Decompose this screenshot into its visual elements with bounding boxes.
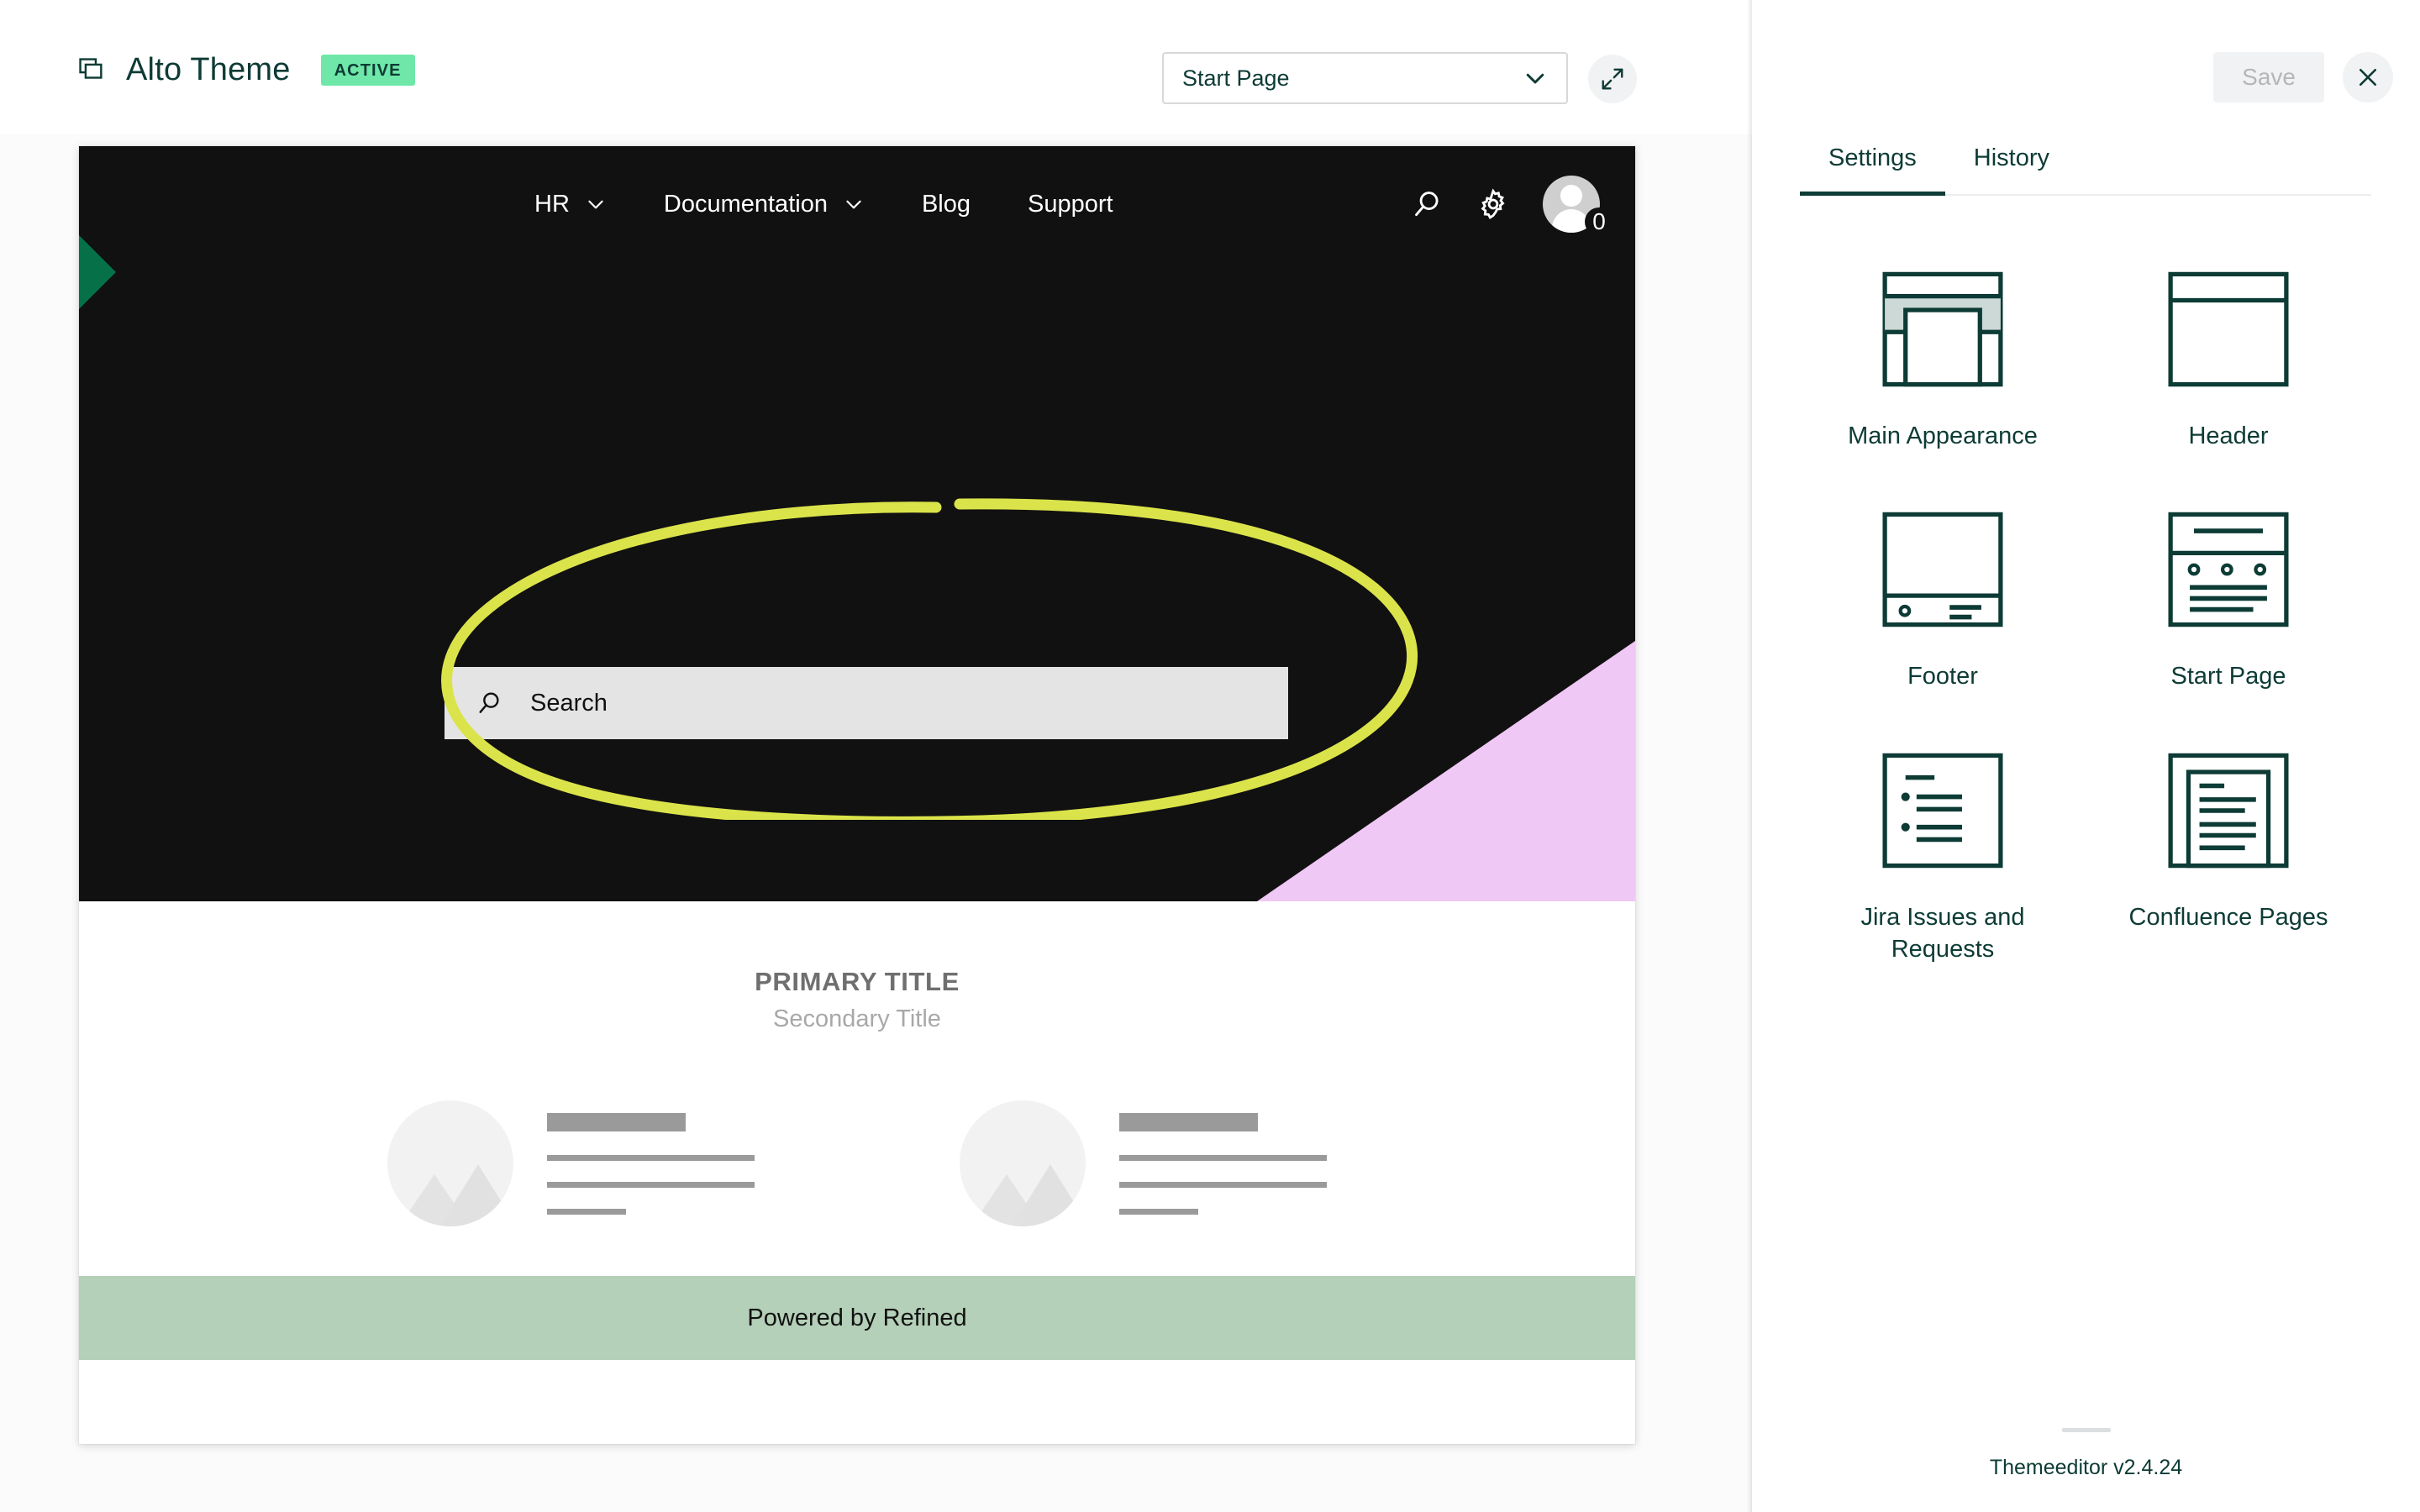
- settings-item-label: Start Page: [2170, 663, 2286, 690]
- search-icon[interactable]: [1412, 188, 1444, 220]
- tab-settings[interactable]: Settings: [1800, 144, 1945, 196]
- jira-issues-icon: [1882, 753, 2003, 868]
- save-button[interactable]: Save: [2213, 52, 2324, 102]
- close-icon: [2359, 68, 2377, 87]
- list-item: [387, 1100, 755, 1226]
- panel-tabs: Settings History: [1800, 144, 2371, 196]
- settings-item-header[interactable]: Header: [2086, 260, 2371, 452]
- settings-item-label: Footer: [1907, 663, 1978, 690]
- search-placeholder: Search: [530, 689, 608, 717]
- nav-item-blog[interactable]: Blog: [893, 191, 999, 218]
- page-title: Alto Theme: [126, 52, 291, 87]
- avatar-count-badge: 0: [1585, 207, 1613, 236]
- preview-nav-links: HR Documentation Blog Support: [506, 191, 1142, 218]
- preview-hero: HR Documentation Blog Support 0 Search: [79, 146, 1635, 901]
- confluence-pages-icon: [2168, 753, 2289, 868]
- editor-toolbar: Alto Theme ACTIVE Start Page: [0, 0, 1752, 134]
- settings-item-label: Main Appearance: [1848, 423, 2038, 449]
- nav-item-label: Support: [1028, 190, 1113, 218]
- chevron-down-icon: [1526, 73, 1544, 84]
- start-page-icon: [2168, 512, 2289, 627]
- main-appearance-icon: [1882, 271, 2003, 387]
- nav-item-support[interactable]: Support: [999, 191, 1142, 218]
- page-selector-dropdown[interactable]: Start Page: [1162, 52, 1568, 104]
- nav-item-documentation[interactable]: Documentation: [635, 191, 893, 218]
- header-icon: [2168, 271, 2289, 387]
- chevron-down-icon: [588, 200, 603, 209]
- settings-item-label: Confluence Pages: [2128, 903, 2328, 931]
- expand-preview-button[interactable]: [1588, 55, 1637, 103]
- placeholder-text-lines: [1119, 1112, 1327, 1215]
- preview-pane: Alto Theme ACTIVE Start Page HR Document…: [0, 0, 1752, 1512]
- settings-item-start-page[interactable]: Start Page: [2086, 501, 2371, 692]
- list-item: [960, 1100, 1327, 1226]
- secondary-title: Secondary Title: [773, 1005, 941, 1032]
- primary-title: PRIMARY TITLE: [755, 967, 960, 996]
- preview-navbar: HR Documentation Blog Support 0: [79, 146, 1635, 262]
- nav-item-hr[interactable]: HR: [506, 191, 635, 218]
- avatar[interactable]: 0: [1543, 176, 1613, 236]
- search-icon: [479, 692, 499, 713]
- settings-item-main-appearance[interactable]: Main Appearance: [1800, 260, 2086, 452]
- settings-item-jira-issues[interactable]: Jira Issues and Requests: [1800, 742, 2086, 966]
- settings-item-label: Jira Issues and Requests: [1860, 903, 2025, 963]
- avatar-head: [1560, 185, 1582, 207]
- settings-item-label: Header: [2188, 423, 2269, 449]
- theme-identity: Alto Theme ACTIVE: [77, 52, 415, 88]
- footer-icon: [1882, 512, 2003, 627]
- preview-content: PRIMARY TITLE Secondary Title Powered by…: [79, 901, 1635, 1360]
- panel-footer: Themeeditor v2.4.24: [1752, 1428, 2420, 1512]
- status-badge: ACTIVE: [320, 55, 415, 86]
- version-label: Themeeditor v2.4.24: [1989, 1456, 2183, 1479]
- gear-icon[interactable]: [1477, 188, 1509, 220]
- expand-arrows-icon: [1602, 68, 1623, 90]
- settings-panel: Save Settings History Main Appearance He…: [1752, 0, 2420, 1512]
- image-placeholder-icon: [960, 1100, 1086, 1226]
- tab-history[interactable]: History: [1945, 144, 2078, 194]
- page-selector-value: Start Page: [1182, 65, 1290, 91]
- decorative-pink-triangle: [1257, 641, 1635, 901]
- divider: [2061, 1428, 2111, 1432]
- theme-preview-card: HR Documentation Blog Support 0 Search P…: [79, 146, 1635, 1444]
- preview-search-input[interactable]: Search: [445, 667, 1288, 739]
- settings-grid: Main Appearance Header Footer Start Page…: [1800, 260, 2371, 965]
- nav-item-label: Documentation: [663, 190, 828, 218]
- copy-icon: [79, 57, 103, 79]
- nav-item-label: Blog: [921, 190, 971, 218]
- close-panel-button[interactable]: [2343, 52, 2393, 102]
- preview-card-list: [79, 1100, 1635, 1226]
- panel-header-actions: Save: [2213, 52, 2393, 102]
- settings-item-confluence-pages[interactable]: Confluence Pages: [2086, 742, 2371, 966]
- theme-editor-app: Alto Theme ACTIVE Start Page HR Document…: [0, 0, 2420, 1512]
- image-placeholder-icon: [387, 1100, 513, 1226]
- nav-item-label: HR: [534, 190, 570, 218]
- preview-nav-actions: 0: [1412, 176, 1613, 236]
- powered-by-label: Powered by Refined: [747, 1304, 967, 1331]
- placeholder-text-lines: [547, 1112, 755, 1215]
- chevron-down-icon: [846, 200, 861, 209]
- settings-item-footer[interactable]: Footer: [1800, 501, 2086, 692]
- preview-footer-bar: Powered by Refined: [79, 1276, 1635, 1360]
